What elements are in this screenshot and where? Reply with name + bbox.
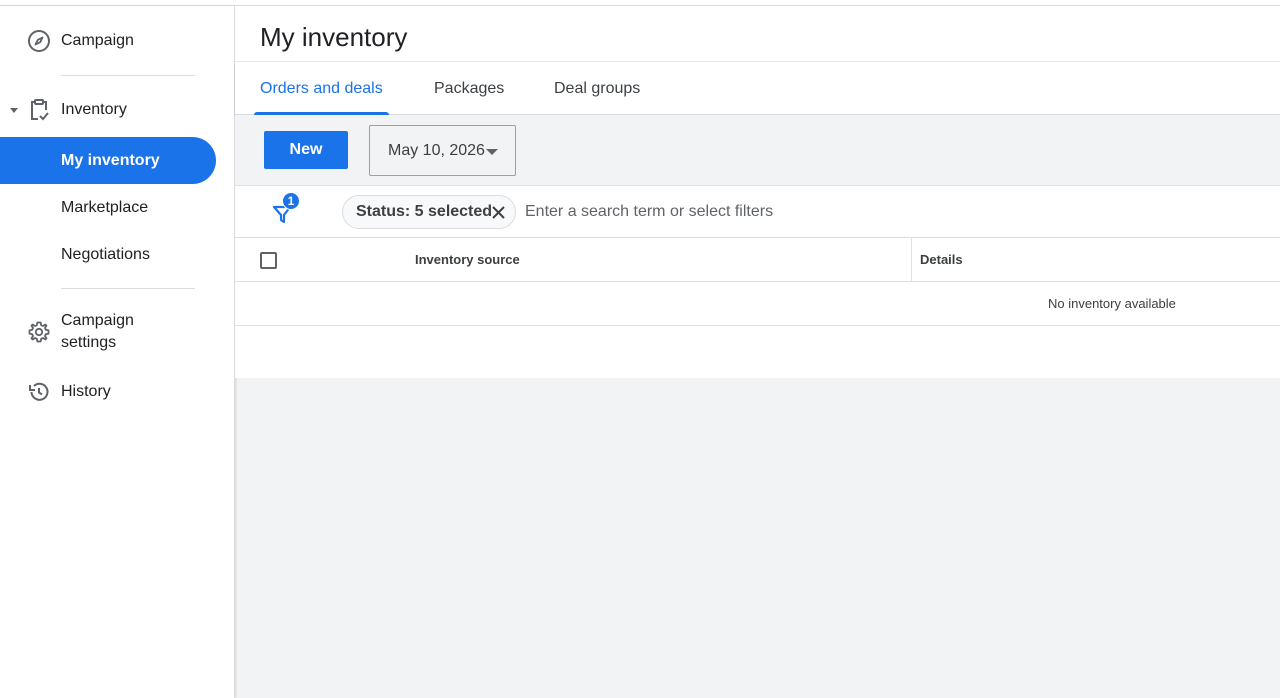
table-footer bbox=[235, 326, 1280, 378]
table-empty-row: No inventory available bbox=[235, 282, 1280, 326]
caret-down-icon[interactable] bbox=[10, 108, 18, 113]
sidebar-item-label-line1: Campaign bbox=[61, 312, 134, 329]
app-window: Campaign Inventory My inventory Marketpl… bbox=[0, 0, 1280, 698]
tab-packages[interactable]: Packages bbox=[428, 62, 510, 115]
tab-bar: Orders and deals Packages Deal groups bbox=[235, 62, 1280, 115]
sidebar-item-campaign-settings[interactable]: Campaign settings bbox=[0, 308, 216, 356]
date-dropdown[interactable]: May 10, 2026 bbox=[369, 125, 516, 176]
column-header-details[interactable]: Details bbox=[911, 238, 1280, 282]
new-button[interactable]: New bbox=[264, 131, 348, 169]
tab-deal-groups[interactable]: Deal groups bbox=[548, 62, 646, 115]
date-value: May 10, 2026 bbox=[388, 141, 485, 159]
sidebar-divider bbox=[61, 288, 195, 289]
sidebar: Campaign Inventory My inventory Marketpl… bbox=[0, 6, 235, 698]
sidebar-item-history[interactable]: History bbox=[0, 377, 216, 407]
sidebar-item-my-inventory[interactable]: My inventory bbox=[0, 137, 216, 184]
dropdown-arrow-icon bbox=[486, 149, 498, 155]
sidebar-item-label: Campaign bbox=[61, 32, 134, 49]
sidebar-item-marketplace[interactable]: Marketplace bbox=[0, 184, 216, 231]
page-header: My inventory bbox=[235, 6, 1280, 62]
toolbar: New May 10, 2026 bbox=[235, 115, 1280, 185]
history-icon bbox=[26, 379, 52, 405]
filter-count-badge: 1 bbox=[282, 192, 300, 210]
search-input[interactable] bbox=[525, 196, 1125, 228]
clipboard-check-icon bbox=[26, 97, 52, 123]
tab-orders-and-deals[interactable]: Orders and deals bbox=[254, 62, 389, 115]
gear-icon bbox=[26, 319, 52, 345]
sidebar-item-label: Inventory bbox=[61, 101, 127, 118]
sidebar-item-label: Campaign settings bbox=[61, 310, 134, 354]
table-header: Inventory source Details bbox=[235, 238, 1280, 282]
sidebar-item-campaign[interactable]: Campaign bbox=[0, 26, 216, 56]
sidebar-item-label-line2: settings bbox=[61, 334, 117, 351]
sidebar-divider bbox=[61, 75, 195, 76]
sidebar-item-label: History bbox=[61, 383, 111, 400]
page-title: My inventory bbox=[260, 22, 408, 52]
chip-label: Status: 5 selected bbox=[356, 203, 493, 220]
empty-message: No inventory available bbox=[1048, 296, 1176, 311]
main-content: My inventory Orders and deals Packages D… bbox=[235, 6, 1280, 698]
status-filter-chip[interactable]: Status: 5 selected bbox=[342, 195, 516, 229]
inventory-table: Inventory source Details No inventory av… bbox=[235, 238, 1280, 378]
column-header-inventory-source[interactable]: Inventory source bbox=[415, 252, 520, 267]
sidebar-item-negotiations[interactable]: Negotiations bbox=[0, 231, 216, 278]
sidebar-item-inventory[interactable]: Inventory bbox=[0, 95, 216, 125]
select-all-checkbox[interactable] bbox=[260, 252, 277, 269]
filter-bar: 1 Status: 5 selected bbox=[235, 185, 1280, 238]
close-icon[interactable] bbox=[490, 204, 507, 221]
compass-icon bbox=[26, 28, 52, 54]
